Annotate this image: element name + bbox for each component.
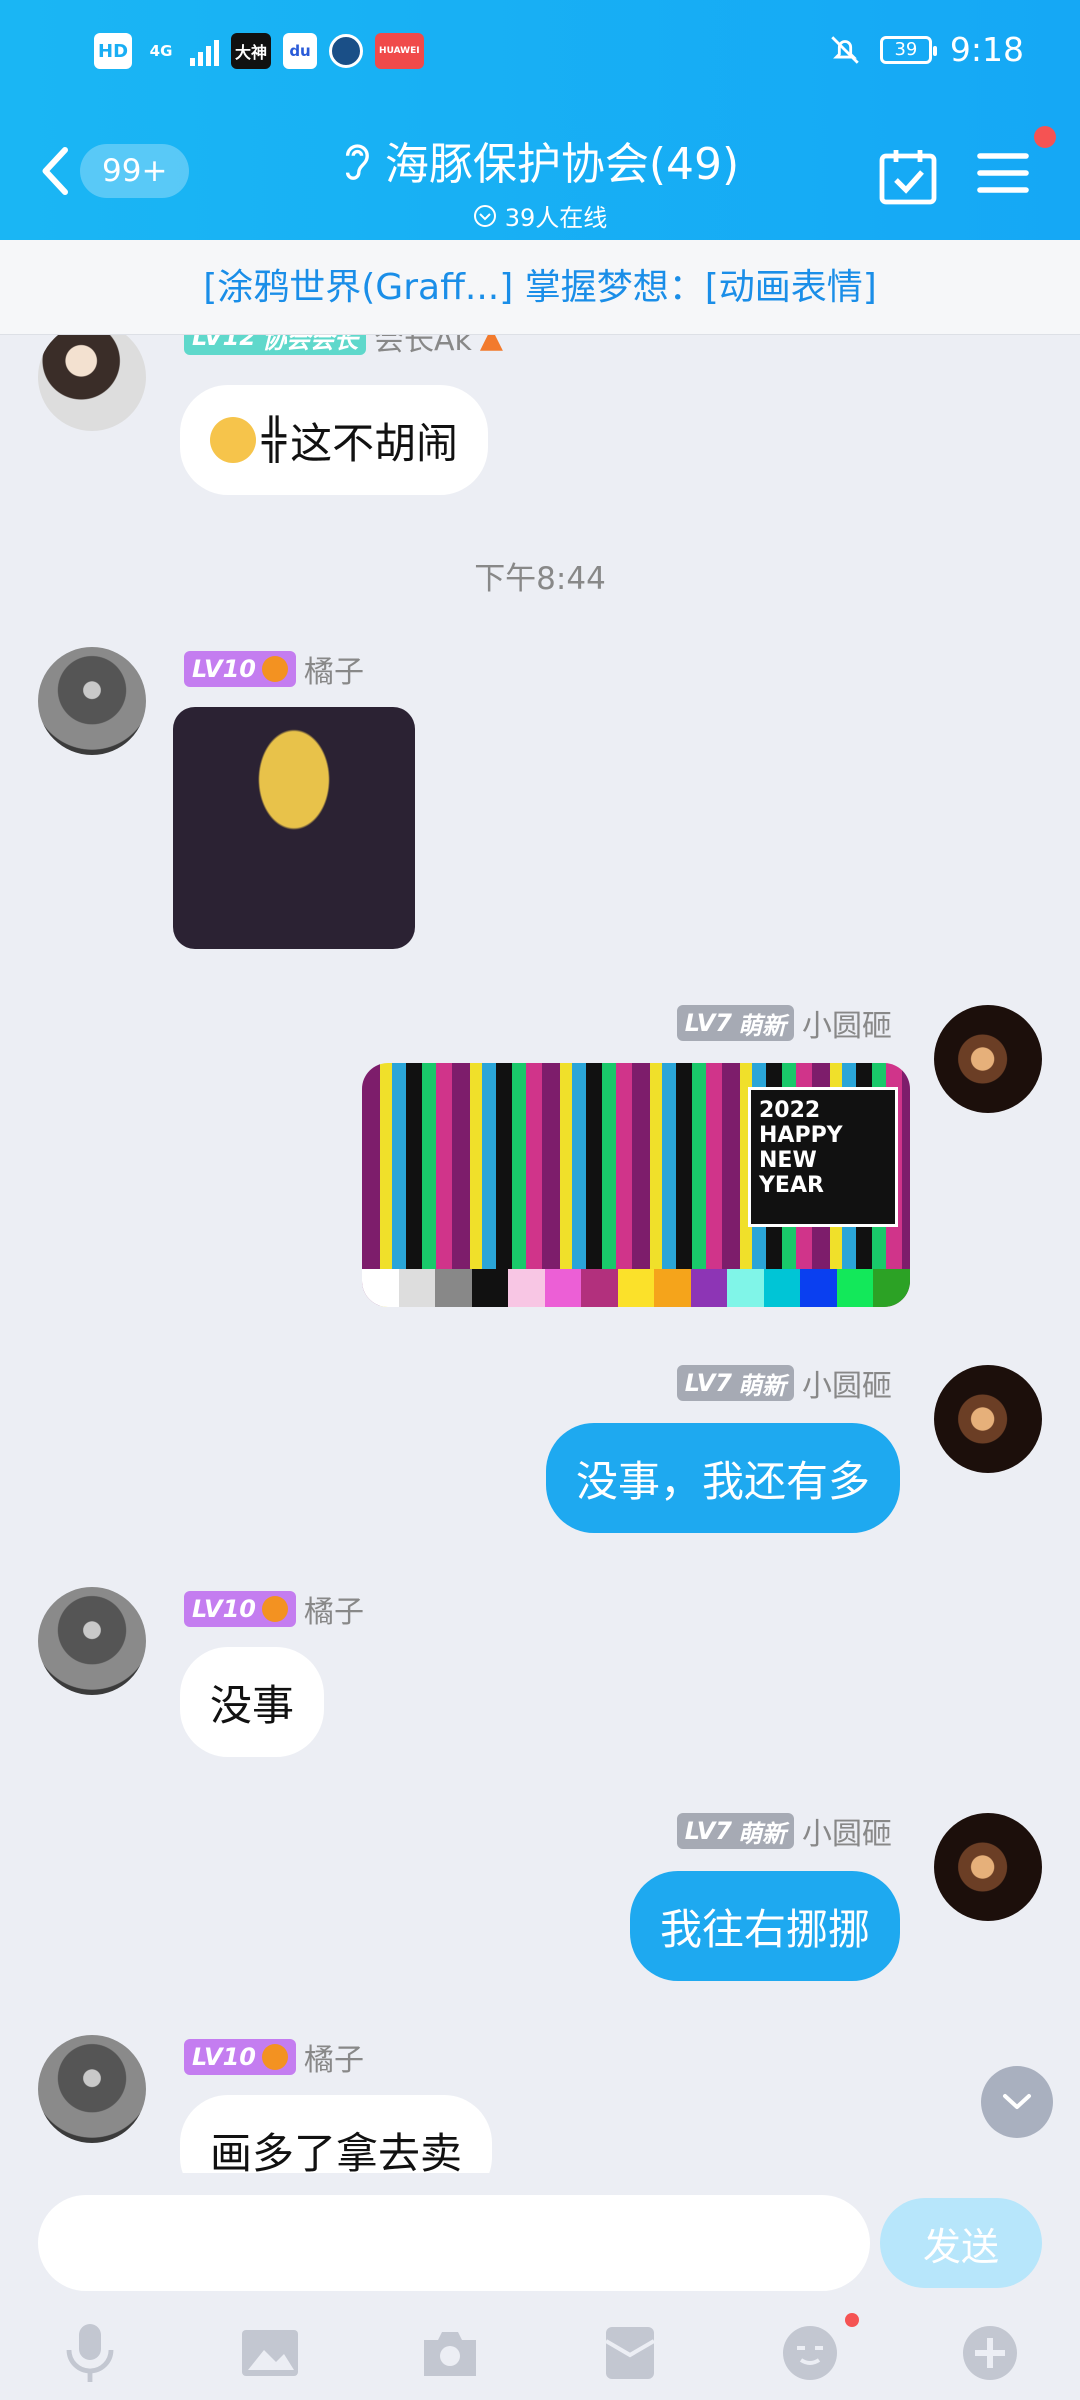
voice-button[interactable] — [50, 2313, 130, 2393]
timestamp-divider: 下午8:44 — [474, 561, 606, 597]
dog-emoji-icon — [210, 417, 256, 463]
red-packet-button[interactable] — [590, 2313, 670, 2393]
message-text: 我往右挪挪 — [659, 1904, 870, 1954]
gallery-button[interactable] — [230, 2313, 310, 2393]
sender-meta: LV7 萌新 小圆砸 — [676, 1809, 892, 1853]
sender-name: 小圆砸 — [802, 1817, 892, 1852]
level-badge: LV12 协会会长 — [184, 335, 366, 355]
message-bubble[interactable]: 没事，我还有多 — [545, 1423, 900, 1533]
sender-meta: LV7 萌新 小圆砸 — [676, 1361, 892, 1405]
hamburger-menu-icon — [977, 153, 1029, 193]
signal-icon — [190, 36, 220, 66]
color-palette — [362, 1269, 910, 1307]
sender-name: 橘子 — [303, 655, 364, 690]
orange-icon — [261, 656, 288, 682]
online-chevron-icon — [473, 204, 496, 227]
baidu-app-icon: du — [283, 33, 318, 69]
message-text: 没事，我还有多 — [575, 1456, 870, 1506]
graffiti-image[interactable]: 2022 HAPPY NEW YEAR — [362, 1063, 910, 1307]
message-bubble[interactable]: 没事 — [180, 1647, 325, 1757]
menu-button[interactable] — [976, 148, 1030, 202]
chat-message-list[interactable]: LV12 协会会长 会长Ak ▲ ╬ 这不胡闹 下午8:44 LV10 橘子 LV… — [0, 335, 1080, 2173]
avatar[interactable] — [38, 647, 146, 755]
chat-header: HD 4G 大神 du HUAWEI 39 9:18 99+ 海豚保护协会(49… — [0, 0, 1080, 240]
send-button[interactable]: 发送 — [880, 2198, 1042, 2288]
red-packet-icon — [604, 2327, 656, 2379]
scroll-to-bottom-button[interactable] — [981, 2066, 1053, 2138]
camera-icon — [424, 2332, 476, 2376]
avatar[interactable] — [38, 2035, 146, 2143]
chevron-down-icon — [1003, 2094, 1031, 2109]
sender-meta: LV10 橘子 — [184, 647, 364, 691]
dashen-app-icon: 大神 — [231, 33, 272, 69]
message-bubble[interactable]: ╬ 这不胡闹 — [180, 385, 489, 495]
sender-meta: LV7 萌新 小圆砸 — [676, 1001, 892, 1045]
pinned-message-bar[interactable]: [涂鸦世界(Graff...] 掌握梦想：[动画表情] — [0, 240, 1080, 335]
calendar-button[interactable] — [878, 148, 938, 210]
status-bar: HD 4G 大神 du HUAWEI 39 9:18 — [0, 0, 1080, 100]
level-badge: LV7 萌新 — [676, 1365, 794, 1401]
level-badge: LV7 萌新 — [676, 1005, 794, 1041]
message-bubble[interactable]: 我往右挪挪 — [629, 1871, 900, 1981]
battery-icon: 39 — [879, 35, 937, 64]
plus-circle-icon — [963, 2326, 1017, 2380]
orange-icon — [261, 1596, 288, 1622]
message-text: 画多了拿去卖 — [210, 2128, 463, 2174]
message-text: 这不胡闹 — [290, 418, 459, 468]
camera-button[interactable] — [410, 2313, 490, 2393]
sender-meta: LV10 橘子 — [184, 1587, 364, 1631]
image-banner-text: 2022 HAPPY NEW YEAR — [748, 1087, 898, 1227]
sender-name: 小圆砸 — [802, 1369, 892, 1404]
menu-notification-dot — [1034, 126, 1056, 148]
avatar[interactable] — [38, 335, 146, 431]
sender-meta: LV10 橘子 — [184, 2035, 364, 2079]
input-area: 发送 — [0, 2173, 1080, 2400]
clock: 9:18 — [949, 30, 1024, 69]
sender-name: 橘子 — [303, 2043, 364, 2078]
browser-app-icon — [329, 34, 364, 68]
emoji-face-icon — [783, 2326, 837, 2380]
calendar-check-icon — [879, 150, 937, 205]
online-count: 39人在线 — [504, 204, 608, 232]
avatar[interactable] — [38, 1587, 146, 1695]
level-badge: LV7 萌新 — [676, 1813, 794, 1849]
sender-meta: LV12 协会会长 会长Ak ▲ — [184, 335, 503, 359]
mute-bell-icon — [831, 35, 859, 64]
level-badge: LV10 — [184, 2039, 296, 2075]
back-button[interactable]: 99+ — [38, 144, 190, 198]
unread-count-badge: 99+ — [80, 144, 190, 198]
orange-icon — [261, 2044, 288, 2070]
message-input[interactable] — [38, 2195, 870, 2291]
message-bubble[interactable]: 画多了拿去卖 — [180, 2095, 493, 2174]
fire-icon: ▲ — [479, 335, 503, 355]
emoji-notification-dot — [845, 2313, 859, 2327]
microphone-icon — [66, 2324, 114, 2382]
level-badge: LV10 — [184, 1591, 296, 1627]
input-toolbar — [0, 2313, 1080, 2393]
avatar[interactable] — [934, 1365, 1042, 1473]
chat-title-area[interactable]: 海豚保护协会(49) 39人在线 — [300, 128, 780, 233]
image-icon — [242, 2330, 298, 2376]
sender-name: 橘子 — [303, 1595, 364, 1630]
sender-name: 小圆砸 — [802, 1009, 892, 1044]
huawei-app-icon: HUAWEI — [375, 33, 424, 69]
chevron-left-icon — [42, 147, 68, 195]
level-badge: LV10 — [184, 651, 296, 687]
avatar[interactable] — [934, 1813, 1042, 1921]
group-title: 海豚保护协会(49) — [384, 139, 740, 190]
avatar[interactable] — [934, 1005, 1042, 1113]
sender-name: 会长Ak — [373, 335, 472, 358]
network-type-icon: 4G — [149, 41, 173, 60]
ear-icon — [345, 144, 369, 180]
message-text: 没事 — [210, 1680, 295, 1730]
more-button[interactable] — [950, 2313, 1030, 2393]
hd-icon: HD — [94, 33, 133, 69]
angry-symbol-icon: ╬ — [262, 417, 287, 463]
emoji-button[interactable] — [770, 2313, 850, 2393]
sticker-image[interactable] — [173, 707, 415, 949]
